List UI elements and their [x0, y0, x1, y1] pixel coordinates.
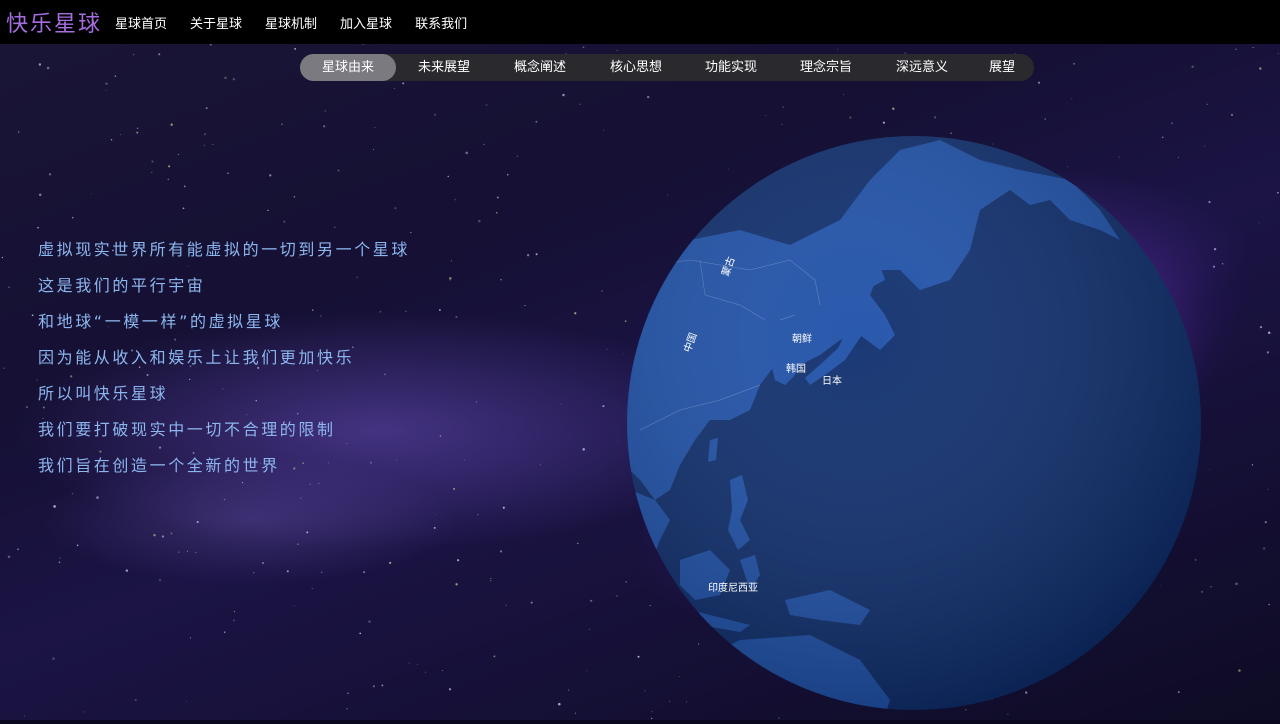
- intro-line: 这是我们的平行宇宙: [38, 276, 206, 295]
- tab-features[interactable]: 功能实现: [684, 54, 778, 81]
- label-indonesia: 印度尼西亚: [708, 581, 758, 594]
- label-south-korea: 韩国: [786, 362, 806, 375]
- nav-about[interactable]: 关于星球: [190, 13, 242, 32]
- intro-line: 所以叫快乐星球: [38, 384, 169, 403]
- nav-mechanism[interactable]: 星球机制: [265, 13, 317, 32]
- label-north-korea: 朝鲜: [792, 332, 812, 345]
- tab-core-idea[interactable]: 核心思想: [588, 54, 684, 81]
- nav-join[interactable]: 加入星球: [340, 13, 392, 32]
- tab-philosophy[interactable]: 理念宗旨: [778, 54, 874, 81]
- intro-text-block: 虚拟现实世界所有能虚拟的一切到另一个星球 这是我们的平行宇宙 和地球“一模一样”…: [38, 236, 410, 488]
- intro-line: 我们旨在创造一个全新的世界: [38, 456, 280, 475]
- top-navigation-bar: 快乐星球 星球首页 关于星球 星球机制 加入星球 联系我们: [0, 0, 1280, 44]
- tab-future-outlook[interactable]: 未来展望: [396, 54, 492, 81]
- tab-outlook[interactable]: 展望: [970, 54, 1034, 81]
- globe-shading: [627, 136, 1201, 710]
- tab-concept[interactable]: 概念阐述: [492, 54, 588, 81]
- intro-line: 我们要打破现实中一切不合理的限制: [38, 420, 336, 439]
- intro-line: 虚拟现实世界所有能虚拟的一切到另一个星球: [38, 240, 411, 259]
- globe-map[interactable]: 蒙古 中国 朝鲜 韩国 日本 印度尼西亚: [600, 120, 1280, 720]
- nav-contact[interactable]: 联系我们: [415, 13, 467, 32]
- intro-line: 和地球“一模一样”的虚拟星球: [38, 312, 283, 331]
- tab-significance[interactable]: 深远意义: [874, 54, 970, 81]
- globe-container[interactable]: 蒙古 中国 朝鲜 韩国 日本 印度尼西亚: [600, 120, 1280, 720]
- nav-home[interactable]: 星球首页: [115, 13, 167, 32]
- site-logo[interactable]: 快乐星球: [6, 6, 102, 38]
- intro-line: 因为能从收入和娱乐上让我们更加快乐: [38, 348, 355, 367]
- main-nav: 星球首页 关于星球 星球机制 加入星球 联系我们: [115, 0, 490, 44]
- section-tabs: 星球由来 未来展望 概念阐述 核心思想 功能实现 理念宗旨 深远意义 展望: [300, 54, 1034, 81]
- tab-origin[interactable]: 星球由来: [300, 54, 396, 81]
- label-japan: 日本: [822, 374, 842, 387]
